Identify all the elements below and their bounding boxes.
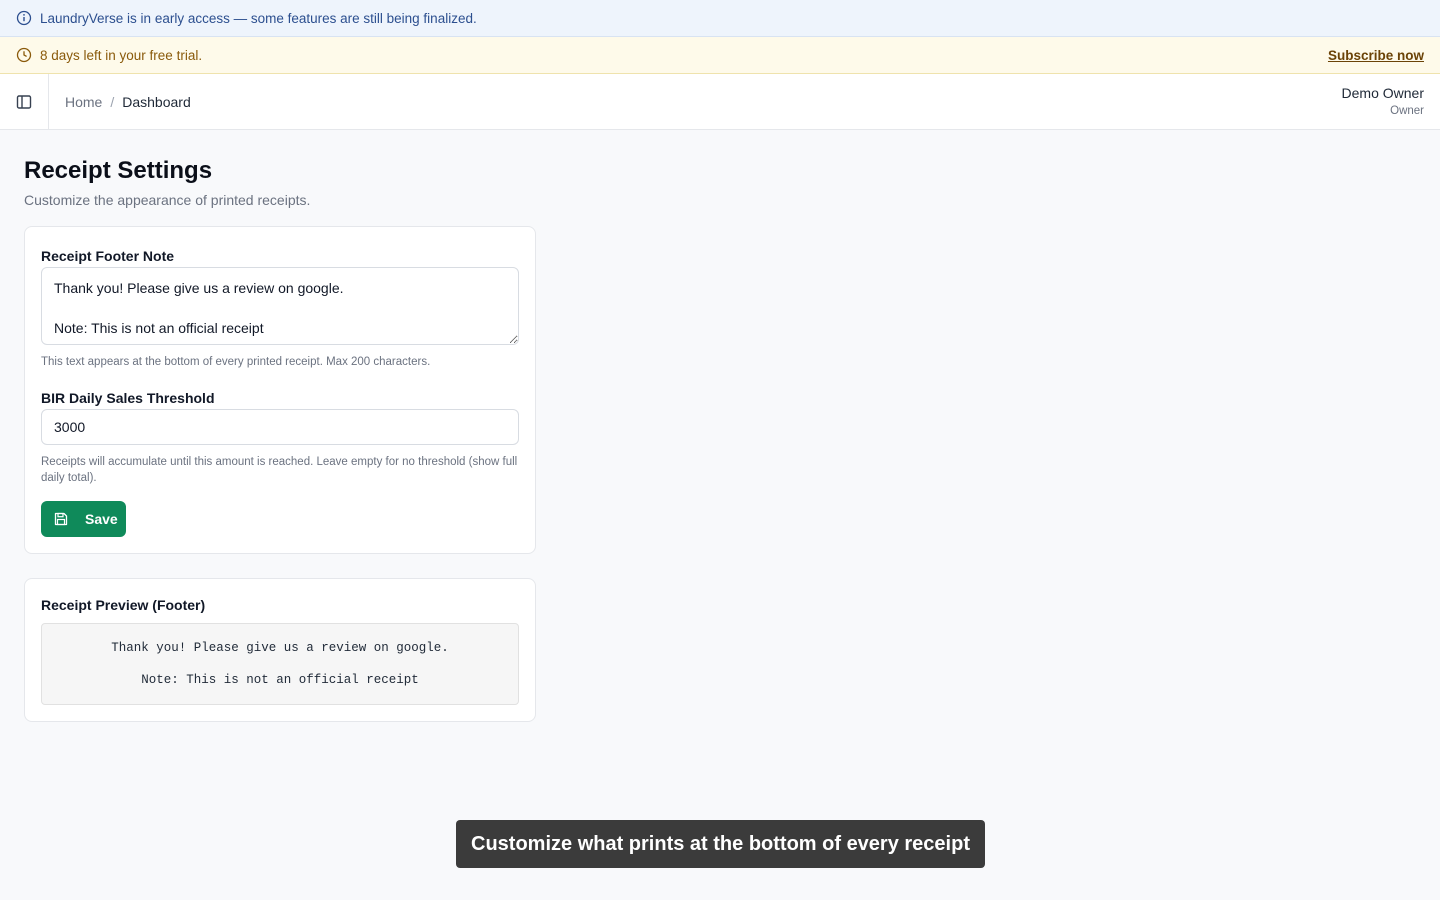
trial-text: 8 days left in your free trial. bbox=[40, 47, 203, 63]
tour-tooltip: Customize what prints at the bottom of e… bbox=[456, 820, 985, 868]
save-button-label: Save bbox=[85, 511, 118, 527]
threshold-help: Receipts will accumulate until this amou… bbox=[41, 456, 518, 484]
breadcrumb-current: Dashboard bbox=[122, 93, 191, 110]
page-title: Receipt Settings bbox=[24, 157, 213, 184]
breadcrumb-separator: / bbox=[110, 93, 115, 110]
early-access-banner: LaundryVerse is in early access — some f… bbox=[0, 0, 1440, 37]
save-icon bbox=[53, 511, 69, 527]
page-subtitle: Customize the appearance of printed rece… bbox=[24, 192, 311, 208]
early-access-text: LaundryVerse is in early access — some f… bbox=[40, 10, 477, 26]
sidebar-toggle-button[interactable] bbox=[0, 73, 49, 130]
receipt-preview-box: Thank you! Please give us a review on go… bbox=[41, 623, 519, 705]
top-bar: Home / Dashboard Demo Owner Owner bbox=[0, 73, 1440, 130]
footer-note-textarea[interactable]: Thank you! Please give us a review on go… bbox=[41, 267, 519, 345]
receipt-preview-card: Receipt Preview (Footer) Thank you! Plea… bbox=[24, 578, 536, 722]
trial-banner: 8 days left in your free trial. Subscrib… bbox=[0, 37, 1440, 74]
clock-icon bbox=[16, 47, 32, 63]
save-button[interactable]: Save bbox=[41, 501, 126, 537]
footer-note-label: Receipt Footer Note bbox=[41, 248, 175, 264]
user-menu[interactable]: Demo Owner Owner bbox=[1342, 85, 1440, 119]
receipt-settings-card: Receipt Footer Note Thank you! Please gi… bbox=[24, 226, 536, 554]
preview-label: Receipt Preview (Footer) bbox=[41, 597, 206, 613]
threshold-label: BIR Daily Sales Threshold bbox=[41, 390, 215, 406]
subscribe-now-link[interactable]: Subscribe now bbox=[1328, 48, 1424, 63]
breadcrumb: Home / Dashboard bbox=[49, 94, 191, 110]
info-icon bbox=[16, 10, 32, 26]
preview-line: Thank you! Please give us a review on go… bbox=[111, 641, 449, 655]
breadcrumb-home[interactable]: Home bbox=[65, 94, 102, 110]
threshold-input[interactable]: 3000 bbox=[41, 409, 519, 445]
user-name: Demo Owner bbox=[1341, 84, 1424, 101]
user-role: Owner bbox=[1390, 105, 1424, 118]
preview-line: Note: This is not an official receipt bbox=[141, 673, 419, 687]
threshold-value: 3000 bbox=[54, 419, 86, 435]
footer-note-help: This text appears at the bottom of every… bbox=[41, 356, 431, 368]
sidebar-panel-icon bbox=[16, 94, 32, 110]
